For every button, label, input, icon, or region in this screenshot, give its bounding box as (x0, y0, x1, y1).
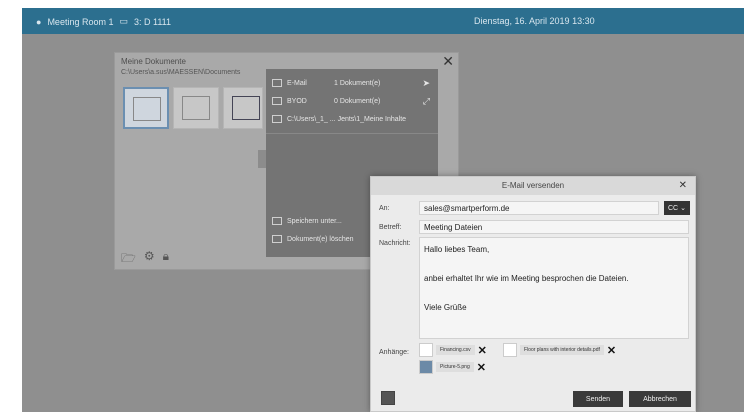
cc-button[interactable]: CC ⌄ (664, 201, 690, 215)
document-thumbnail[interactable] (223, 87, 263, 129)
document-thumbnail[interactable] (173, 87, 219, 129)
attachments-label: Anhänge: (379, 349, 409, 356)
email-icon (272, 79, 282, 87)
expand-icon: ⤢ (422, 95, 430, 106)
datetime-label: Dienstag, 16. April 2019 13:30 (474, 16, 595, 26)
image-file-icon (419, 360, 433, 374)
menu-item-byod[interactable]: BYOD 0 Dokument(e) ⤢ (272, 95, 432, 106)
menu-item-label: Speichern unter... (287, 217, 342, 225)
byod-icon (272, 97, 282, 105)
attachment-name: Floor plans with interior details.pdf (520, 345, 604, 355)
to-label: An: (379, 205, 390, 212)
panel-title: Meine Dokumente (121, 57, 186, 66)
subject-label: Betreff: (379, 224, 402, 231)
to-field[interactable]: sales@smartperform.de (419, 201, 659, 215)
attachment-name: Financing.csv (436, 345, 475, 355)
dialog-footer: Senden Abbrechen (371, 387, 695, 412)
message-line: Viele Grüße (424, 303, 467, 312)
remove-icon[interactable]: ✕ (477, 361, 486, 374)
folder-icon (272, 115, 282, 123)
dialog-title: E-Mail versenden (501, 181, 565, 190)
top-bar: ● Meeting Room 1 ▭ 3: D 1111 Dienstag, 1… (22, 8, 744, 34)
message-label: Nachricht: (379, 240, 411, 247)
menu-item-count: 0 Dokument(e) (334, 97, 381, 105)
menu-item-save-location[interactable]: C:\Users\_1_ ... Jents\1_Meine Inhalte (272, 115, 432, 123)
room-label[interactable]: Meeting Room 1 (47, 17, 113, 27)
close-icon[interactable]: ✕ (442, 53, 454, 70)
folder-icon[interactable]: 🗁 (121, 249, 136, 270)
dialog-header: E-Mail versenden ✕ (371, 177, 695, 195)
menu-item-label: C:\Users\_1_ ... Jents\1_Meine Inhalte (287, 115, 407, 123)
subject-field[interactable]: Meeting Dateien (419, 220, 689, 234)
attachment-chip[interactable]: Picture-5.png ✕ (419, 360, 486, 374)
delete-icon (272, 235, 282, 243)
file-icon (419, 343, 433, 357)
file-icon (503, 343, 517, 357)
cancel-button[interactable]: Abbrechen (629, 391, 691, 407)
collapse-handle[interactable] (258, 150, 266, 168)
send-icon: ➤ (422, 77, 430, 88)
chevron-down-icon: ⌄ (680, 205, 686, 212)
device-label[interactable]: 3: D 1111 (134, 17, 171, 27)
remove-icon[interactable]: ✕ (478, 344, 487, 357)
remove-icon[interactable]: ✕ (607, 344, 616, 357)
folder-path: C:\Users\a.sus\MAESSEN\Documents (121, 69, 241, 76)
top-bar-left: ● Meeting Room 1 ▭ 3: D 1111 (36, 16, 171, 27)
save-icon (272, 217, 282, 225)
message-line: Hallo liebes Team, (424, 245, 490, 254)
attachment-chip[interactable]: Financing.csv ✕ (419, 343, 487, 357)
display-icon: ▭ (119, 16, 128, 26)
attachment-chip[interactable]: Floor plans with interior details.pdf ✕ (503, 343, 616, 357)
settings-icon[interactable]: ⚙ (144, 249, 155, 270)
panel-toolbar: 🗁 ⚙ 🔒︎ (121, 249, 169, 270)
menu-item-email[interactable]: E-Mail 1 Dokument(e) ➤ (272, 77, 432, 88)
attachments-area: Financing.csv ✕ Floor plans with interio… (419, 341, 689, 381)
message-line: anbei erhaltet Ihr wie im Meeting bespro… (424, 274, 629, 283)
lock-icon[interactable]: 🔒︎ (163, 249, 169, 270)
menu-divider (266, 133, 438, 134)
message-textarea[interactable]: Hallo liebes Team, anbei erhaltet Ihr wi… (419, 237, 689, 339)
template-icon[interactable] (381, 391, 395, 405)
email-dialog: E-Mail versenden ✕ An: sales@smartperfor… (370, 176, 696, 412)
menu-item-count: 1 Dokument(e) (334, 79, 381, 87)
menu-item-label: BYOD (287, 97, 307, 105)
location-pin-icon: ● (36, 16, 42, 27)
send-button[interactable]: Senden (573, 391, 623, 407)
menu-item-label: E-Mail (287, 79, 307, 87)
menu-item-label: Dokument(e) löschen (287, 235, 354, 243)
document-thumbnail[interactable] (123, 87, 169, 129)
attachment-name: Picture-5.png (436, 362, 474, 372)
close-icon[interactable]: ✕ (679, 177, 687, 195)
app-screen: ● Meeting Room 1 ▭ 3: D 1111 Dienstag, 1… (22, 8, 744, 412)
cc-label: CC (668, 204, 679, 212)
